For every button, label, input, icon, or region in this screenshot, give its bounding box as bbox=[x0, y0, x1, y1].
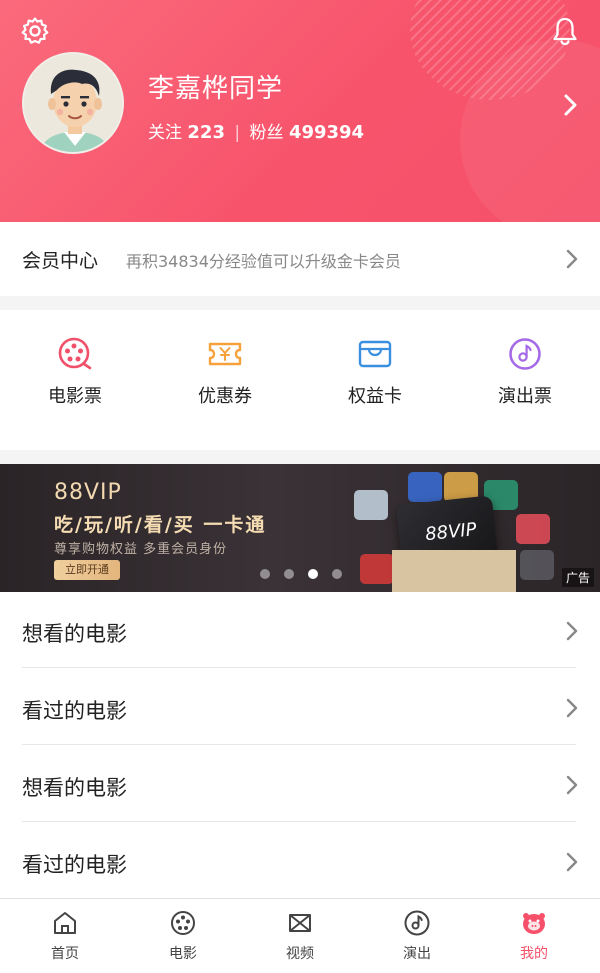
quick-action-label: 演出票 bbox=[498, 386, 552, 407]
list-item[interactable]: 想看的电影 bbox=[0, 746, 600, 822]
vip-card-text: 88VIP bbox=[424, 519, 478, 546]
divider bbox=[22, 744, 576, 745]
tab-label: 演出 bbox=[403, 946, 431, 962]
username[interactable]: 李嘉桦同学 bbox=[148, 68, 283, 105]
carousel-dot[interactable] bbox=[332, 569, 342, 579]
quick-action-coupon[interactable]: 优惠券 bbox=[150, 310, 300, 450]
follow-label: 关注 bbox=[148, 123, 182, 143]
list-item-label: 想看的电影 bbox=[22, 776, 127, 800]
app-tile bbox=[520, 550, 554, 580]
chevron-right-icon bbox=[566, 852, 578, 872]
chevron-right-icon bbox=[566, 621, 578, 641]
carousel-dot[interactable] bbox=[260, 569, 270, 579]
app-tile bbox=[360, 554, 394, 584]
tab-label: 视频 bbox=[286, 946, 314, 962]
carousel-dot-active[interactable] bbox=[308, 569, 318, 579]
follow-count: 223 bbox=[187, 122, 225, 143]
list-item[interactable]: 看过的电影 bbox=[0, 823, 600, 899]
tab-label: 电影 bbox=[169, 946, 197, 962]
stats-separator: | bbox=[234, 123, 241, 143]
quick-action-benefit-card[interactable]: 权益卡 bbox=[300, 310, 450, 450]
member-center-description: 再积34834分经验值可以升级金卡会员 bbox=[126, 252, 401, 271]
tab-show[interactable]: 演出 bbox=[357, 899, 477, 973]
tab-video[interactable]: 视频 bbox=[240, 899, 360, 973]
mascot-icon bbox=[523, 913, 545, 934]
banner-cta-button[interactable]: 立即开通 bbox=[54, 560, 120, 580]
home-icon bbox=[54, 912, 76, 934]
chevron-right-icon bbox=[566, 775, 578, 795]
carousel-dot[interactable] bbox=[284, 569, 294, 579]
quick-action-label: 权益卡 bbox=[348, 386, 402, 407]
chevron-right-icon bbox=[566, 698, 578, 718]
card-wallet-icon bbox=[358, 340, 392, 368]
profile-header: 李嘉桦同学 关注 223 | 粉丝 499394 bbox=[0, 0, 600, 222]
fans-label: 粉丝 bbox=[249, 123, 284, 143]
gear-icon[interactable] bbox=[20, 16, 50, 46]
quick-action-label: 电影票 bbox=[48, 386, 102, 407]
promo-banner[interactable]: 88VIP 吃/玩/听/看/买 一卡通 尊享购物权益 多重会员身份 立即开通 8… bbox=[0, 464, 600, 592]
bell-icon[interactable] bbox=[550, 16, 580, 46]
disc-icon bbox=[404, 910, 430, 936]
film-reel-icon bbox=[58, 337, 92, 370]
quick-action-show-ticket[interactable]: 演出票 bbox=[450, 310, 600, 450]
list-item[interactable]: 想看的电影 bbox=[0, 592, 600, 668]
tab-label: 首页 bbox=[51, 946, 79, 962]
avatar[interactable] bbox=[22, 52, 124, 154]
app-tile bbox=[354, 490, 388, 520]
list-item[interactable]: 看过的电影 bbox=[0, 669, 600, 745]
tab-mine[interactable]: 我的 bbox=[474, 899, 594, 973]
quick-action-label: 优惠券 bbox=[198, 386, 252, 407]
tab-home[interactable]: 首页 bbox=[5, 899, 125, 973]
movie-list: 想看的电影 看过的电影 想看的电影 看过的电影 bbox=[0, 592, 600, 898]
list-item-label: 想看的电影 bbox=[22, 622, 127, 646]
film-icon bbox=[171, 911, 195, 935]
video-icon bbox=[289, 914, 311, 932]
app-tile bbox=[516, 514, 550, 544]
avatar-illustration bbox=[24, 54, 122, 152]
quick-actions: 电影票 优惠券 权益卡 演出票 bbox=[0, 310, 600, 450]
tab-movie[interactable]: 电影 bbox=[123, 899, 243, 973]
envelope-image bbox=[392, 550, 516, 592]
coupon-icon bbox=[208, 342, 242, 366]
app-tile bbox=[408, 472, 442, 502]
list-item-label: 看过的电影 bbox=[22, 853, 127, 877]
divider bbox=[22, 821, 576, 822]
follow-stats[interactable]: 关注 223 | 粉丝 499394 bbox=[148, 118, 364, 143]
quick-action-movie-ticket[interactable]: 电影票 bbox=[0, 310, 150, 450]
banner-brand: 88VIP bbox=[54, 480, 122, 505]
member-center-row[interactable]: 会员中心 再积34834分经验值可以升级金卡会员 bbox=[0, 222, 600, 296]
chevron-right-icon[interactable] bbox=[560, 92, 580, 118]
tab-label: 我的 bbox=[520, 946, 548, 962]
fans-count: 499394 bbox=[288, 122, 365, 143]
list-item-label: 看过的电影 bbox=[22, 699, 127, 723]
music-disc-icon bbox=[509, 338, 541, 370]
member-center-title: 会员中心 bbox=[22, 250, 99, 272]
banner-subtitle: 尊享购物权益 多重会员身份 bbox=[54, 542, 228, 557]
banner-slogan: 吃/玩/听/看/买 一卡通 bbox=[54, 514, 267, 536]
bottom-tab-bar: 首页 电影 视频 演出 我的 bbox=[0, 898, 600, 973]
chevron-right-icon bbox=[566, 249, 578, 269]
divider bbox=[22, 667, 576, 668]
ad-label: 广告 bbox=[561, 568, 594, 587]
